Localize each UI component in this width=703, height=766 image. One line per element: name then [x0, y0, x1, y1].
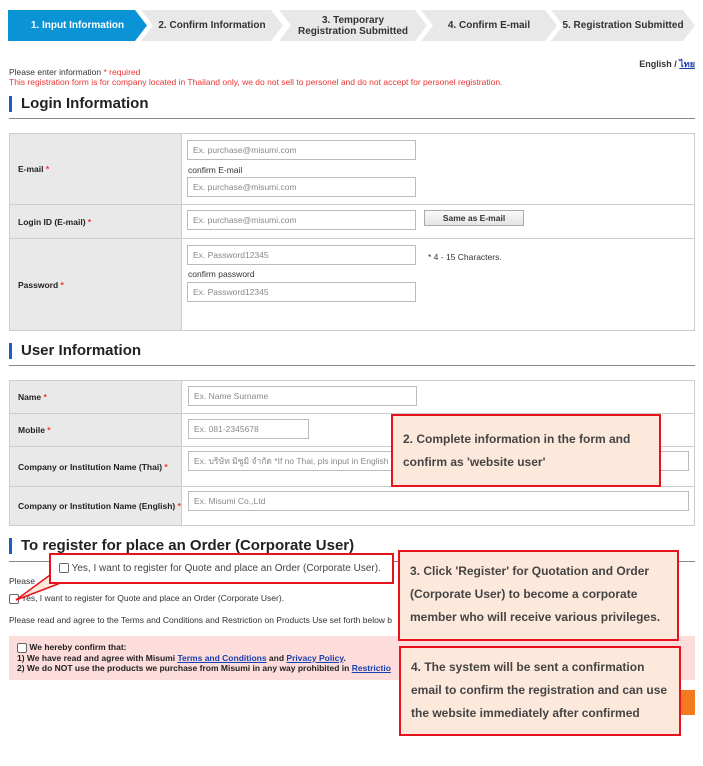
section-title-user: User Information: [9, 343, 141, 359]
language-switch: English / ไทย: [639, 57, 695, 71]
company-en-input[interactable]: Ex. Misumi Co.,Ltd: [188, 491, 689, 511]
step-1: 1. Input Information: [8, 10, 147, 41]
notice-text: Please enter information: [9, 67, 104, 77]
confirm-line-2: 2) We do NOT use the products we purchas…: [17, 662, 352, 673]
company-thai-label: Company or Institution Name (Thai): [18, 461, 163, 472]
required-note: * required: [103, 67, 141, 77]
required-mark: *: [45, 164, 50, 174]
callout-2: 2. Complete information in the form and …: [391, 414, 661, 487]
required-mark: *: [43, 392, 47, 402]
required-mark: *: [60, 279, 64, 290]
confirm-email-input[interactable]: Ex. purchase@misumi.com: [187, 177, 416, 197]
confirm-line-1: 1) We have read and agree with Misumi: [17, 652, 178, 663]
terms-instruction: Please read and agree to the Terms and C…: [9, 615, 393, 625]
step-3: 3. Temporary Registration Submitted: [279, 10, 427, 41]
confirm-email-label: confirm E-mail: [188, 165, 243, 175]
section-title-login: Login Information: [9, 96, 148, 112]
company-en-label: Company or Institution Name (English): [18, 501, 176, 511]
terms-link[interactable]: Terms and Conditions: [177, 653, 266, 663]
confirm-password-label: confirm password: [188, 269, 255, 279]
password-input[interactable]: Ex. Password12345: [187, 245, 416, 265]
callout-1-text: Yes, I want to register for Quote and pl…: [71, 563, 381, 574]
loginid-label: Login ID (E-mail): [18, 216, 86, 227]
name-input[interactable]: Ex. Name Surname: [188, 386, 417, 406]
loginid-input[interactable]: Ex. purchase@misumi.com: [187, 210, 416, 230]
confirm-checkbox[interactable]: [17, 642, 27, 653]
corporate-checkbox-row[interactable]: Yes, I want to register for Quote and pl…: [9, 593, 284, 604]
callout-3: 3. Click 'Register' for Quotation and Or…: [398, 550, 679, 641]
confirm-heading: We hereby confirm that:: [29, 642, 127, 652]
privacy-link[interactable]: Privacy Policy: [286, 653, 343, 663]
step-2: 2. Confirm Information: [141, 10, 283, 41]
name-label: Name: [18, 392, 42, 402]
corporate-checkbox[interactable]: [9, 593, 19, 604]
divider: [9, 365, 695, 366]
required-mark: *: [87, 216, 92, 227]
step-4: 4. Confirm E-mail: [421, 10, 557, 41]
callout-checkbox-zoom: Yes, I want to register for Quote and pl…: [49, 553, 394, 584]
required-mark: *: [177, 501, 181, 511]
password-label: Password: [18, 279, 59, 290]
email-input[interactable]: Ex. purchase@misumi.com: [187, 140, 416, 160]
same-as-email-button[interactable]: Same as E-mail: [424, 210, 524, 226]
notice: Please enter information * required This…: [9, 67, 502, 87]
mobile-label: Mobile: [18, 425, 45, 435]
callout-4: 4. The system will be sent a confirmatio…: [399, 646, 681, 736]
dot: .: [343, 652, 346, 663]
notice-thailand: This registration form is for company lo…: [9, 77, 503, 87]
restriction-link[interactable]: Restrictio: [352, 663, 391, 673]
password-hint: * 4 - 15 Characters.: [428, 252, 502, 262]
and-text: and: [266, 652, 287, 663]
section-title-corporate: To register for place an Order (Corporat…: [9, 538, 354, 554]
step-5: 5. Registration Submitted: [551, 10, 695, 41]
required-mark: *: [164, 461, 168, 472]
email-label: E-mail: [18, 164, 44, 174]
lang-english[interactable]: English: [639, 59, 672, 69]
mobile-input[interactable]: Ex. 081-2345678: [188, 419, 309, 439]
divider: [9, 118, 695, 119]
please-text: Please: [9, 576, 35, 586]
lang-thai[interactable]: ไทย: [679, 59, 695, 69]
corporate-checkbox-label: Yes, I want to register for Quote and pl…: [21, 593, 285, 603]
checkbox-icon: [59, 563, 69, 574]
required-mark: *: [47, 425, 51, 435]
confirm-password-input[interactable]: Ex. Password12345: [187, 282, 416, 302]
